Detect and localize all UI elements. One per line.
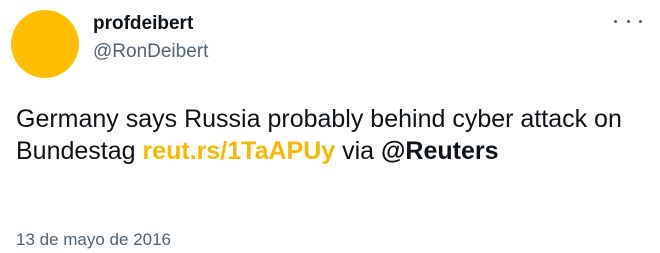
mention-link[interactable]: @Reuters bbox=[381, 137, 498, 165]
author-display-name[interactable]: profdeibert bbox=[93, 12, 208, 36]
tweet-text: Germany says Russia probably behind cybe… bbox=[16, 103, 646, 167]
dot bbox=[639, 19, 642, 23]
dot bbox=[626, 19, 630, 23]
tweet-text-part2: via bbox=[335, 137, 382, 165]
author-handle[interactable]: @RonDeibert bbox=[93, 40, 208, 64]
user-info: profdeibert @RonDeibert bbox=[93, 12, 208, 64]
more-options-icon[interactable] bbox=[614, 10, 642, 32]
tweet-timestamp[interactable]: 13 de mayo de 2016 bbox=[16, 229, 171, 251]
tweet-card: profdeibert @RonDeibert Germany says Rus… bbox=[0, 0, 660, 253]
avatar[interactable] bbox=[11, 10, 79, 78]
dot bbox=[614, 19, 617, 23]
tweet-link[interactable]: reut.rs/1TaAPUy bbox=[143, 137, 336, 165]
